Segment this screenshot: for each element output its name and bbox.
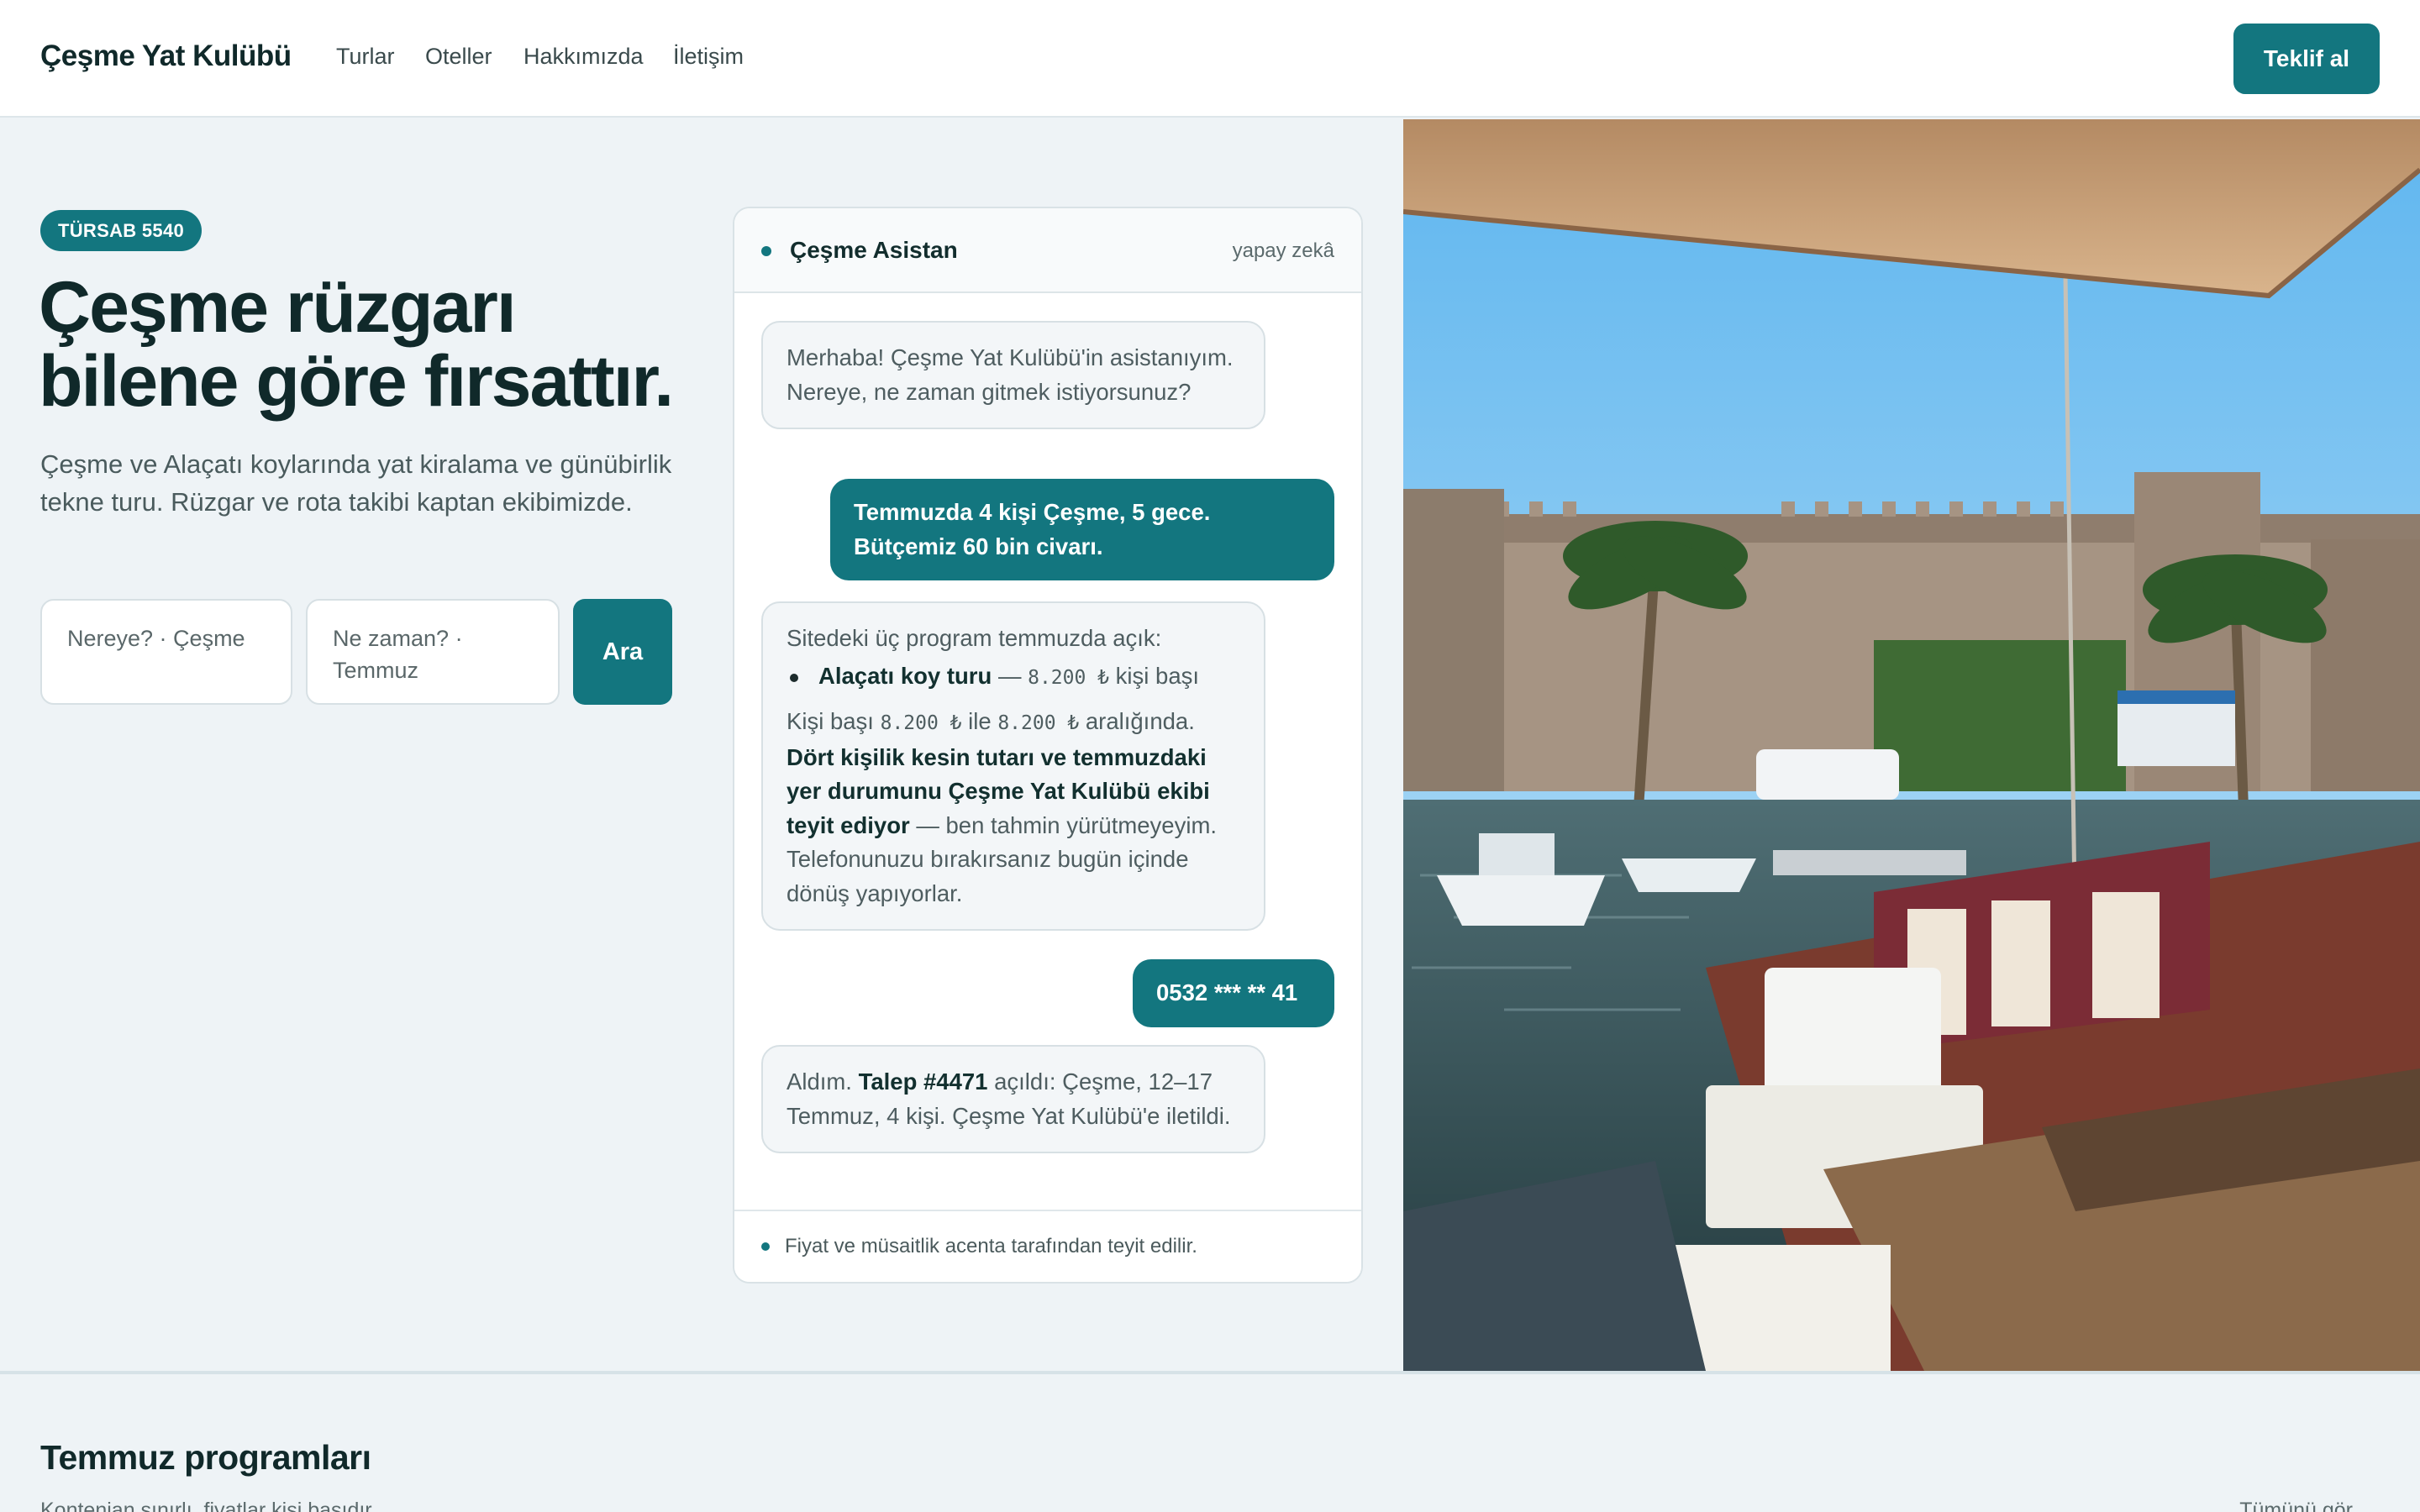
program-list-item[interactable]: Alaçatı koy turu — 8.200 ₺ kişi başı [786,659,1240,696]
tursab-badge: TÜRSAB 5540 [40,210,203,251]
hero-title-line-1: Çeşme rüzgarı [39,267,517,348]
ticket-id: Talep #4471 [858,1068,988,1095]
ticket-details: açıldı: Çeşme, 12–17 Temmuz, 4 kişi. Çeş… [786,1068,1231,1129]
program-name: Alaçatı koy turu [818,662,992,689]
ai-tag: yapay zekâ [1232,239,1334,262]
price-range-label: Kişi başı [786,708,874,734]
user-phone-message: 0532 *** ** 41 [1133,959,1334,1027]
section-divider [0,1371,2420,1374]
nav-link-oteller[interactable]: Oteller [425,44,492,70]
program-price-unit: kişi başı [1115,662,1200,689]
harbour-photo [1403,119,2420,1371]
date-field[interactable]: Ne zaman? · Temmuz [306,599,560,705]
nav-link-turlar[interactable]: Turlar [336,44,395,70]
price-range-text: Kişi başı 8.200 ₺ ile 8.200 ₺ aralığında… [786,705,1240,911]
search-button[interactable]: Ara [573,599,672,705]
user-message: Temmuzda 4 kişi Çeşme, 5 gece. Bütçemiz … [830,479,1334,580]
chat-header: Çeşme Asistan yapay zekâ [734,208,1361,293]
info-dot-icon [761,1242,770,1251]
price-range-low: 8.200 ₺ [880,712,962,734]
ack-text: Aldım. [786,1068,852,1095]
section-subtitle: Kontenjan sınırlı, fiyatlar kişi başıdır… [40,1499,377,1512]
see-all-link[interactable]: Tümünü gör [2239,1499,2353,1512]
chat-title: Çeşme Asistan [790,237,958,263]
bot-message: Sitedeki üç program temmuzda açık: Alaça… [761,601,1265,931]
chat-footer: Fiyat ve müsaitlik acenta tarafından tey… [734,1210,1361,1282]
disclaimer-note: Fiyat ve müsaitlik acenta tarafından tey… [785,1235,1197,1257]
program-price: 8.200 ₺ [1028,666,1110,689]
price-range-suffix: aralığında. [1085,708,1195,734]
price-range-joiner: ile [968,708,992,734]
online-status-icon [761,246,771,256]
bot-message: Merhaba! Çeşme Yat Kulübü'in asistanıyım… [761,321,1265,429]
program-separator: — [997,662,1022,689]
top-nav: Çeşme Yat Kulübü Turlar Oteller Hakkımız… [0,0,2420,118]
section-title: Temmuz programları [40,1438,371,1477]
get-quote-button[interactable]: Teklif al [2233,24,2380,94]
hero-title-line-2: bilene göre fırsattır. [39,341,674,422]
nav-link-iletisim[interactable]: İletişim [673,44,744,70]
assistant-chat-panel: Çeşme Asistan yapay zekâ Merhaba! Çeşme … [733,207,1363,1284]
hero-title: Çeşme rüzgarı bilene göre fırsattır. [39,270,711,418]
destination-field[interactable]: Nereye? · Çeşme [40,599,292,705]
hero-subtitle: Çeşme ve Alaçatı koylarında yat kiralama… [40,449,672,517]
nav-link-hakkimizda[interactable]: Hakkımızda [523,44,644,70]
bot-message: Aldım. Talep #4471 açıldı: Çeşme, 12–17 … [761,1045,1265,1153]
program-intro: Sitedeki üç program temmuzda açık: [786,625,1162,651]
brand-logo[interactable]: Çeşme Yat Kulübü [40,39,292,73]
price-range-high: 8.200 ₺ [997,712,1080,734]
